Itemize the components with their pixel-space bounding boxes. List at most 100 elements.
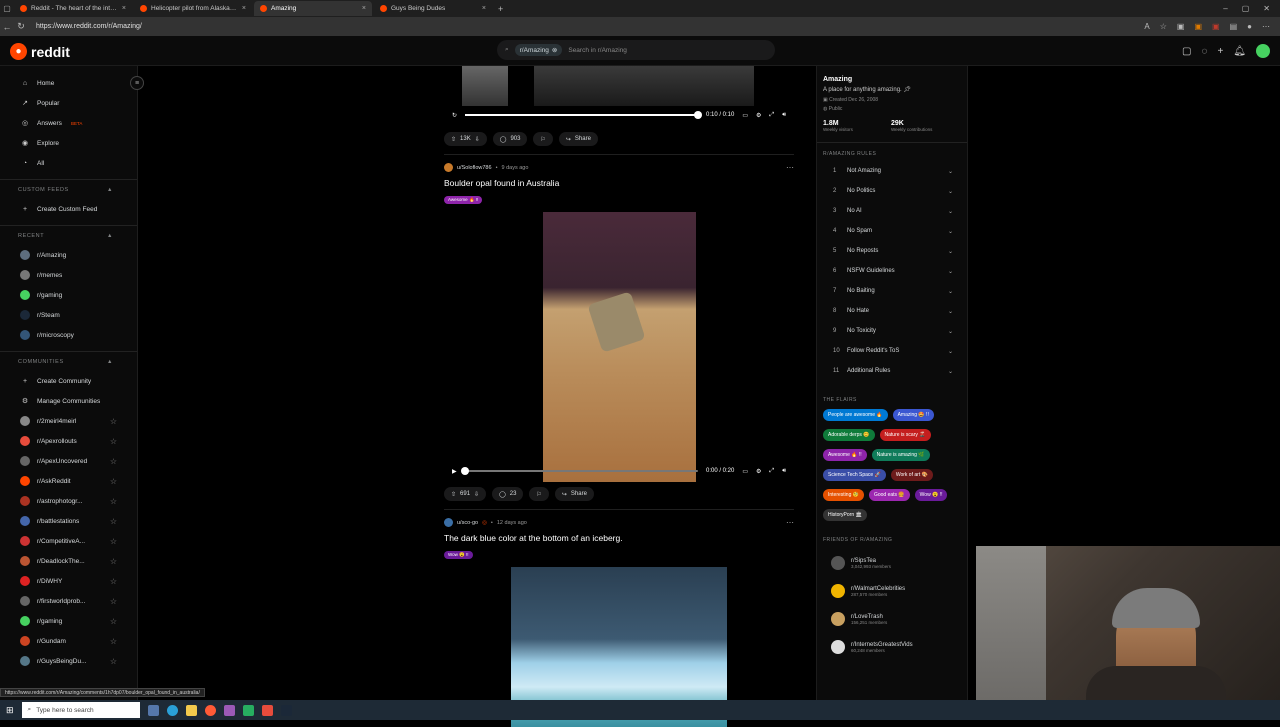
profile-icon[interactable]: ● (1247, 22, 1252, 31)
back-icon[interactable]: ← (0, 22, 14, 32)
tab-actions-icon[interactable]: ▢ (0, 4, 14, 13)
manage-communities-button[interactable]: ⚙ Manage Communities (0, 391, 137, 411)
sidebar-community-item[interactable]: r/Apexrollouts ☆ (0, 431, 137, 451)
close-tab-icon[interactable]: × (242, 5, 246, 12)
sidebar-item-answers[interactable]: ◎ Answers BETA (0, 113, 137, 133)
menu-dots-icon[interactable]: ⋯ (1262, 22, 1270, 31)
refresh-icon[interactable]: ↻ (14, 21, 28, 32)
collapse-sidebar-button[interactable]: ≡ (130, 76, 144, 90)
downvote-icon[interactable]: ⇩ (474, 491, 479, 498)
flair-chip[interactable]: Amazing 🤩 !! (892, 409, 934, 421)
reddit-logo[interactable]: ● reddit (10, 43, 70, 60)
chevron-down-icon[interactable]: ⌄ (948, 168, 953, 175)
favorite-star-icon[interactable]: ☆ (110, 657, 117, 666)
subreddit-search-chip[interactable]: r/Amazing ⊗ (514, 44, 563, 56)
flair-chip[interactable]: Wow 😮 !! (914, 489, 948, 501)
post-author[interactable]: u/Soloflow786 (457, 165, 492, 171)
play-icon[interactable]: ▶ (452, 468, 457, 475)
favorite-star-icon[interactable]: ☆ (110, 457, 117, 466)
flair-chip[interactable]: Interesting 🧐 (823, 489, 864, 501)
rule-item[interactable]: 2 No Politics ⌄ (823, 181, 961, 201)
chip-clear-icon[interactable]: ⊗ (552, 46, 557, 54)
close-window-icon[interactable]: ✕ (1263, 4, 1270, 13)
recent-section-header[interactable]: RECENT ▲ (0, 225, 137, 245)
downvote-icon[interactable]: ⇩ (475, 136, 480, 143)
file-explorer-icon[interactable] (185, 704, 197, 716)
favorite-star-icon[interactable]: ☆ (110, 617, 117, 626)
sidebar-recent-item[interactable]: r/Steam (0, 305, 137, 325)
rule-item[interactable]: 4 No Spam ⌄ (823, 221, 961, 241)
video-player[interactable]: ▶ 0:00 / 0:20 ▭ ⚙ ⤢ 🔊︎ (444, 212, 794, 482)
rule-item[interactable]: 9 No Toxicity ⌄ (823, 321, 961, 341)
captions-icon[interactable]: ▭ (742, 112, 748, 119)
chevron-down-icon[interactable]: ⌄ (948, 368, 953, 375)
sidebar-community-item[interactable]: r/astrophotogr... ☆ (0, 491, 137, 511)
task-view-icon[interactable] (147, 704, 159, 716)
friend-name[interactable]: r/InternetsGreatestVids (851, 642, 913, 648)
post-card[interactable]: u/sco-go ◎ • 12 days ago ⋯ The dark blue… (444, 518, 794, 727)
flair-chip[interactable]: Awesome 🔥 !! (823, 449, 867, 461)
xbox-icon[interactable] (242, 704, 254, 716)
communities-section-header[interactable]: COMMUNITIES ▲ (0, 351, 137, 371)
post-card[interactable]: u/Soloflow786 • 9 days ago ⋯ Boulder opa… (444, 163, 794, 501)
favorite-star-icon[interactable]: ☆ (110, 437, 117, 446)
chevron-down-icon[interactable]: ⌄ (948, 188, 953, 195)
rule-item[interactable]: 10 Follow Reddit's ToS ⌄ (823, 341, 961, 361)
chevron-down-icon[interactable]: ⌄ (948, 308, 953, 315)
app-icon[interactable] (223, 704, 235, 716)
video-seek-bar[interactable] (465, 111, 702, 119)
vote-control[interactable]: ⇧ 13K ⇩ (444, 132, 487, 146)
friend-community-item[interactable]: r/LoveTrash 156,251 members (823, 605, 961, 633)
steam-icon[interactable] (280, 704, 292, 716)
new-tab-icon[interactable]: + (494, 4, 503, 14)
close-tab-icon[interactable]: × (482, 5, 486, 12)
chevron-down-icon[interactable]: ⌄ (948, 228, 953, 235)
rule-item[interactable]: 5 No Reposts ⌄ (823, 241, 961, 261)
sidebar-item-home[interactable]: ⌂ Home (0, 73, 137, 93)
favorite-star-icon[interactable]: ☆ (110, 497, 117, 506)
more-options-icon[interactable]: ⋯ (786, 163, 794, 172)
sidebar-community-item[interactable]: r/2meirl4meirl ☆ (0, 411, 137, 431)
fullscreen-icon[interactable]: ⤢ (769, 468, 774, 475)
search-placeholder[interactable]: Search in r/Amazing (568, 47, 627, 54)
sidebar-community-item[interactable]: r/battlestations ☆ (0, 511, 137, 531)
sidebar-community-item[interactable]: r/DeadlockThe... ☆ (0, 551, 137, 571)
flair-chip[interactable]: Nature is amazing 🌿 (871, 449, 930, 461)
url-field[interactable]: https://www.reddit.com/r/Amazing/ (36, 23, 142, 30)
flair-chip[interactable]: People are awesome 🔥 (823, 409, 888, 421)
upvote-icon[interactable]: ⇧ (451, 136, 456, 143)
award-button[interactable]: ⚐ (529, 487, 549, 501)
extension-icon[interactable]: ▣ (1177, 22, 1185, 31)
collections-icon[interactable]: ▤ (1230, 22, 1238, 31)
share-button[interactable]: ↪ Share (558, 132, 598, 146)
rule-item[interactable]: 6 NSFW Guidelines ⌄ (823, 261, 961, 281)
flair-chip[interactable]: Nature is scary 🌋 (879, 429, 931, 441)
chat-icon[interactable]: ◌ (1202, 46, 1208, 57)
flair-chip[interactable]: Work of art 🎨 (890, 469, 933, 481)
create-post-icon[interactable]: + (1217, 46, 1223, 57)
rule-item[interactable]: 3 No AI ⌄ (823, 201, 961, 221)
flair-chip[interactable]: Adorable derps 😊 (823, 429, 875, 441)
favorite-star-icon[interactable]: ☆ (110, 477, 117, 486)
close-tab-icon[interactable]: × (362, 5, 366, 12)
flair-chip[interactable]: Science Tech Space 🚀 (823, 469, 886, 481)
replay-icon[interactable]: ↻ (452, 112, 457, 119)
sidebar-recent-item[interactable]: r/gaming (0, 285, 137, 305)
obs-icon[interactable] (261, 704, 273, 716)
comments-button[interactable]: ◯ 903 (492, 132, 528, 146)
sidebar-community-item[interactable]: r/AskReddit ☆ (0, 471, 137, 491)
sidebar-community-item[interactable]: r/CompetitiveA... ☆ (0, 531, 137, 551)
settings-icon[interactable]: ⚙ (756, 112, 761, 119)
flair-chip[interactable]: HistoryPorn 🏛 (823, 509, 867, 521)
taskbar-search[interactable]: ⌕ Type here to search (21, 702, 140, 718)
settings-icon[interactable]: ⚙ (756, 468, 761, 475)
friend-community-item[interactable]: r/WalmartCelebrities 287,570 members (823, 577, 961, 605)
notifications-icon[interactable]: 🔔︎ (1233, 46, 1246, 57)
minimize-icon[interactable]: – (1223, 4, 1227, 13)
friend-community-item[interactable]: r/InternetsGreatestVids 60,248 members (823, 633, 961, 661)
firefox-icon[interactable] (204, 704, 216, 716)
favorite-star-icon[interactable]: ☆ (110, 557, 117, 566)
post-flair[interactable]: Awesome 🔥 !! (444, 196, 483, 204)
chevron-down-icon[interactable]: ⌄ (948, 208, 953, 215)
sidebar-recent-item[interactable]: r/microscopy (0, 325, 137, 345)
